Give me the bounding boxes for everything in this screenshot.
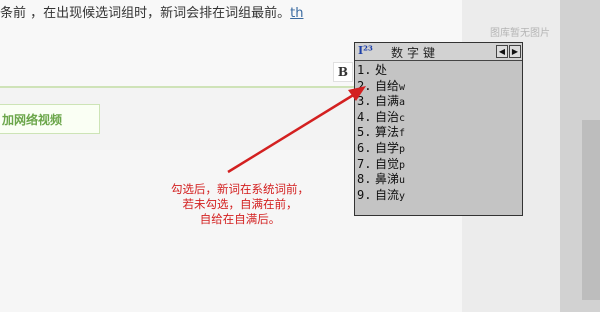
annotation-arrow-line xyxy=(227,92,356,174)
annotation-text: 勾选后，新词在系统词前， 若未勾选，自满在前， 自给在自满后。 xyxy=(130,182,350,227)
annotation-line: 若未勾选，自满在前， xyxy=(182,197,298,211)
annotation-line: 自给在自满后。 xyxy=(199,212,281,226)
annotation-line: 勾选后，新词在系统词前， xyxy=(171,182,309,196)
annotation-arrow-head xyxy=(348,86,366,101)
annotation-arrow xyxy=(227,86,366,174)
